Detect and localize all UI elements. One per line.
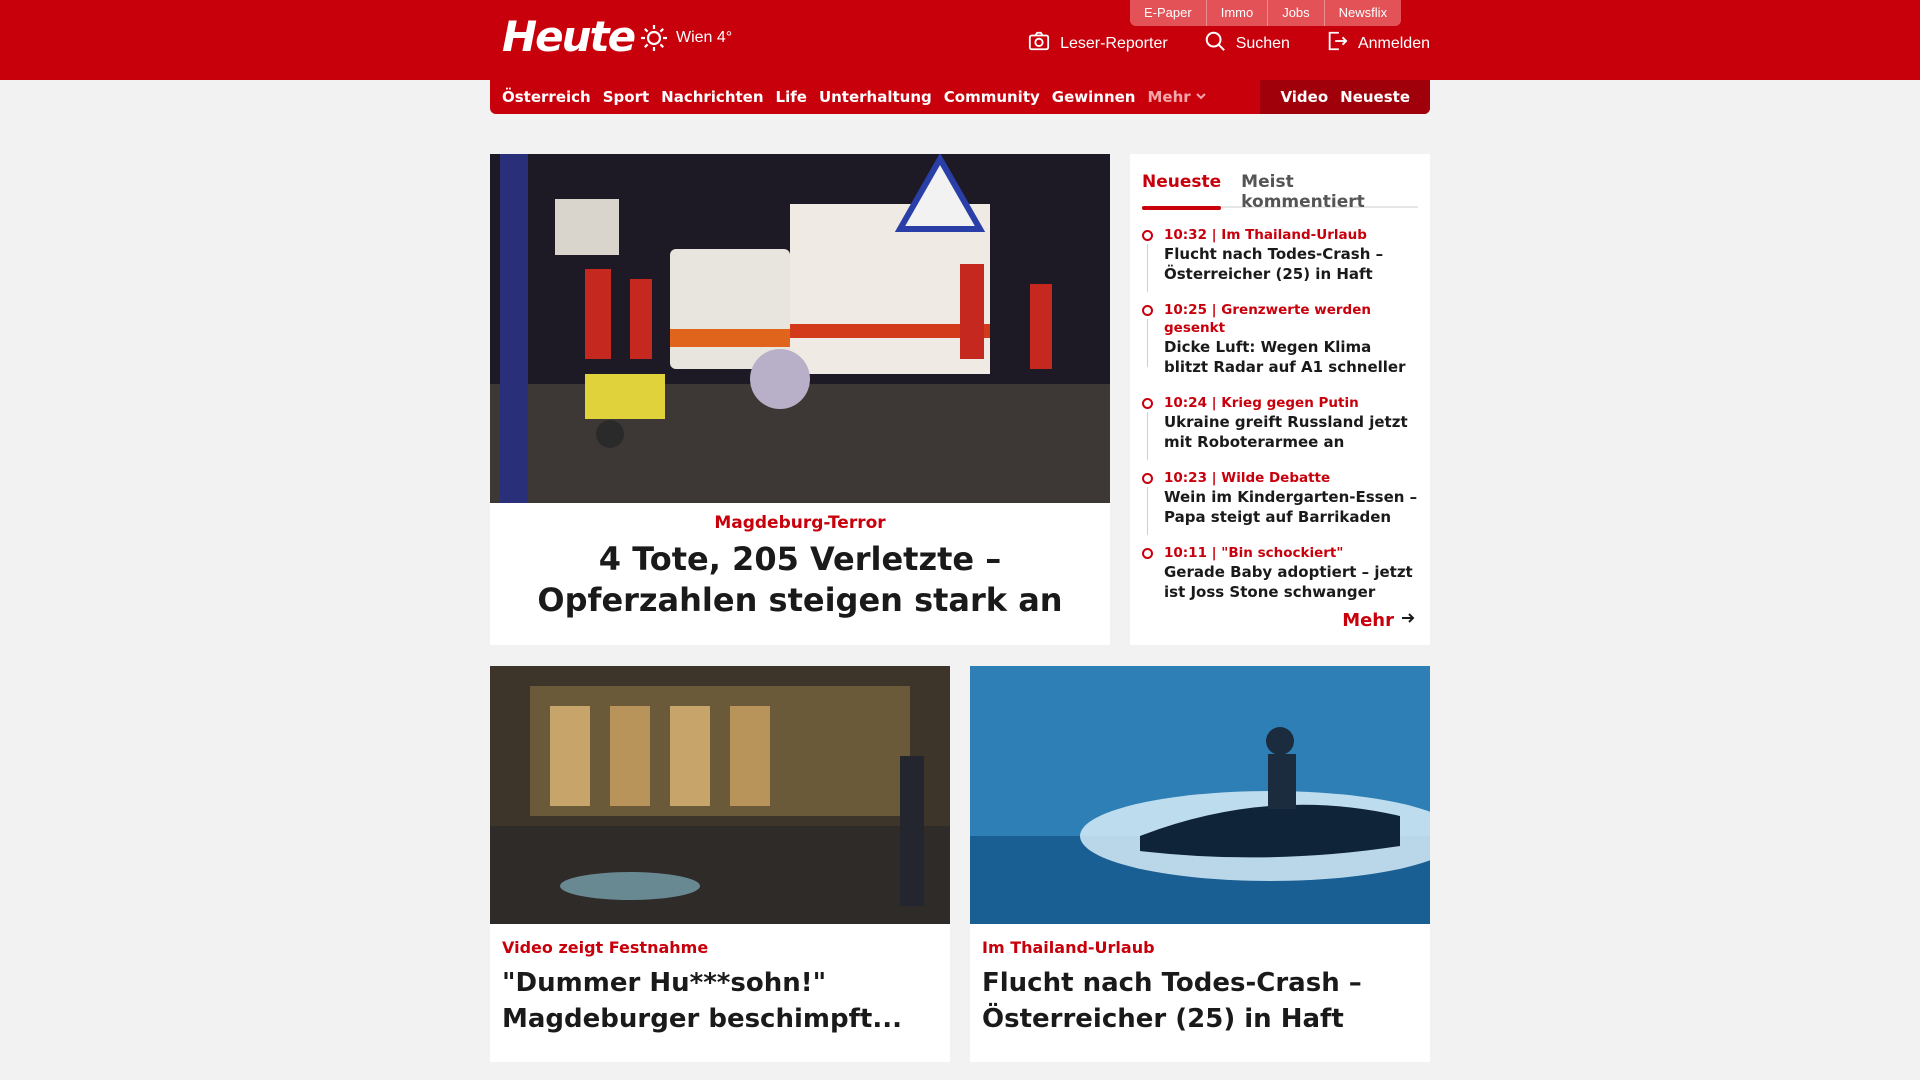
news-tabs: Neueste Meist kommentiert: [1142, 164, 1418, 212]
news-headline[interactable]: Ukraine greift Russland jetzt mit Robote…: [1164, 412, 1418, 452]
article-card[interactable]: Video zeigt Festnahme "Dummer Hu***sohn!…: [490, 666, 950, 1062]
tab-neueste[interactable]: Neueste: [1142, 164, 1222, 210]
article-kicker: Video zeigt Festnahme: [502, 938, 709, 957]
article-image: [970, 666, 1430, 924]
util-link-jobs[interactable]: Jobs: [1267, 0, 1324, 26]
timeline-dot-icon: [1142, 230, 1153, 241]
login-icon: [1326, 30, 1348, 57]
article-image: [490, 666, 950, 924]
nav-item-gewinnen[interactable]: Gewinnen: [1052, 88, 1136, 106]
news-time: 10:32 | Im Thailand-Urlaub: [1164, 227, 1367, 243]
timeline-dot-icon: [1142, 473, 1153, 484]
news-time: 10:24 | Krieg gegen Putin: [1164, 395, 1359, 411]
login-label: Anmelden: [1357, 34, 1430, 52]
util-link-newsflix[interactable]: Newsflix: [1323, 0, 1402, 26]
timeline-line: [1147, 244, 1148, 292]
leser-reporter-label: Leser-Reporter: [1060, 34, 1168, 52]
timeline-dot-icon: [1142, 305, 1153, 316]
site-logo[interactable]: Heute: [502, 12, 636, 61]
news-headline[interactable]: Wein im Kindergarten-Essen – Papa steigt…: [1164, 487, 1418, 527]
tab-meist-kommentiert[interactable]: Meist kommentiert: [1241, 164, 1418, 212]
timeline-line: [1147, 319, 1148, 367]
nav-right-group: Video Neueste: [1260, 80, 1430, 114]
util-link-epaper[interactable]: E-Paper: [1130, 0, 1206, 26]
chevron-down-icon: [1195, 88, 1207, 106]
article-kicker: Im Thailand-Urlaub: [982, 938, 1155, 957]
hero-image: [490, 154, 1110, 503]
list-item[interactable]: 10:23 | Wilde Debatte Wein im Kindergart…: [1142, 469, 1418, 535]
category-nav: Österreich Sport Nachrichten Life Unterh…: [490, 80, 1430, 114]
news-time: 10:25 | Grenzwerte werden gesenkt: [1164, 302, 1371, 336]
hero-title[interactable]: 4 Tote, 205 Verletzte – Opferzahlen stei…: [490, 539, 1110, 621]
list-item[interactable]: 10:25 | Grenzwerte werden gesenkt Dicke …: [1142, 301, 1418, 377]
news-time: 10:11 | "Bin schockiert": [1164, 545, 1344, 561]
article-title[interactable]: Flucht nach Todes-Crash – Österreicher (…: [982, 965, 1418, 1037]
arrow-right-icon: [1400, 610, 1416, 631]
news-headline[interactable]: Dicke Luft: Wegen Klima blitzt Radar auf…: [1164, 337, 1418, 377]
nav-item-nachrichten[interactable]: Nachrichten: [661, 88, 763, 106]
search-label: Suchen: [1235, 34, 1290, 52]
login-button[interactable]: Anmelden: [1326, 30, 1430, 57]
news-headline[interactable]: Gerade Baby adoptiert – jetzt ist Joss S…: [1164, 562, 1418, 602]
timeline-line: [1147, 487, 1148, 535]
utility-nav: E-Paper Immo Jobs Newsflix: [1130, 0, 1402, 26]
news-list: 10:32 | Im Thailand-Urlaub Flucht nach T…: [1142, 226, 1418, 602]
nav-more-dropdown[interactable]: Mehr: [1147, 88, 1206, 106]
more-news-link[interactable]: Mehr: [1342, 610, 1416, 631]
leser-reporter-button[interactable]: Leser-Reporter: [1028, 30, 1168, 57]
nav-item-oesterreich[interactable]: Österreich: [502, 88, 591, 106]
nav-item-unterhaltung[interactable]: Unterhaltung: [819, 88, 932, 106]
article-card[interactable]: Im Thailand-Urlaub Flucht nach Todes-Cra…: [970, 666, 1430, 1062]
list-item[interactable]: 10:32 | Im Thailand-Urlaub Flucht nach T…: [1142, 226, 1418, 292]
sun-icon: [640, 24, 668, 52]
timeline-dot-icon: [1142, 548, 1153, 559]
list-item[interactable]: 10:24 | Krieg gegen Putin Ukraine greift…: [1142, 394, 1418, 460]
nav-item-sport[interactable]: Sport: [603, 88, 649, 106]
news-headline[interactable]: Flucht nach Todes-Crash – Österreicher (…: [1164, 244, 1418, 284]
weather-widget[interactable]: Wien 4°: [640, 24, 732, 52]
timeline-dot-icon: [1142, 398, 1153, 409]
search-button[interactable]: Suchen: [1204, 30, 1290, 57]
hero-article[interactable]: Magdeburg-Terror 4 Tote, 205 Verletzte –…: [490, 154, 1110, 645]
hero-kicker: Magdeburg-Terror: [714, 513, 886, 533]
util-link-immo[interactable]: Immo: [1205, 0, 1268, 26]
search-icon: [1204, 30, 1226, 57]
nav-item-video[interactable]: Video: [1280, 88, 1328, 106]
nav-more-label: Mehr: [1147, 88, 1191, 106]
nav-item-life[interactable]: Life: [776, 88, 807, 106]
camera-icon: [1028, 30, 1050, 57]
timeline-line: [1147, 412, 1148, 460]
list-item[interactable]: 10:11 | "Bin schockiert" Gerade Baby ado…: [1142, 544, 1418, 602]
latest-news-panel: Neueste Meist kommentiert 10:32 | Im Tha…: [1130, 154, 1430, 645]
more-news-label: Mehr: [1342, 610, 1394, 631]
news-time: 10:23 | Wilde Debatte: [1164, 470, 1331, 486]
nav-item-community[interactable]: Community: [944, 88, 1040, 106]
article-title[interactable]: "Dummer Hu***sohn!" Magdeburger beschimp…: [502, 965, 938, 1037]
site-header: [0, 0, 1920, 80]
nav-item-neueste[interactable]: Neueste: [1340, 88, 1410, 106]
weather-label: Wien 4°: [676, 29, 733, 46]
header-actions: Leser-Reporter Suchen Anmelden: [1028, 30, 1430, 57]
